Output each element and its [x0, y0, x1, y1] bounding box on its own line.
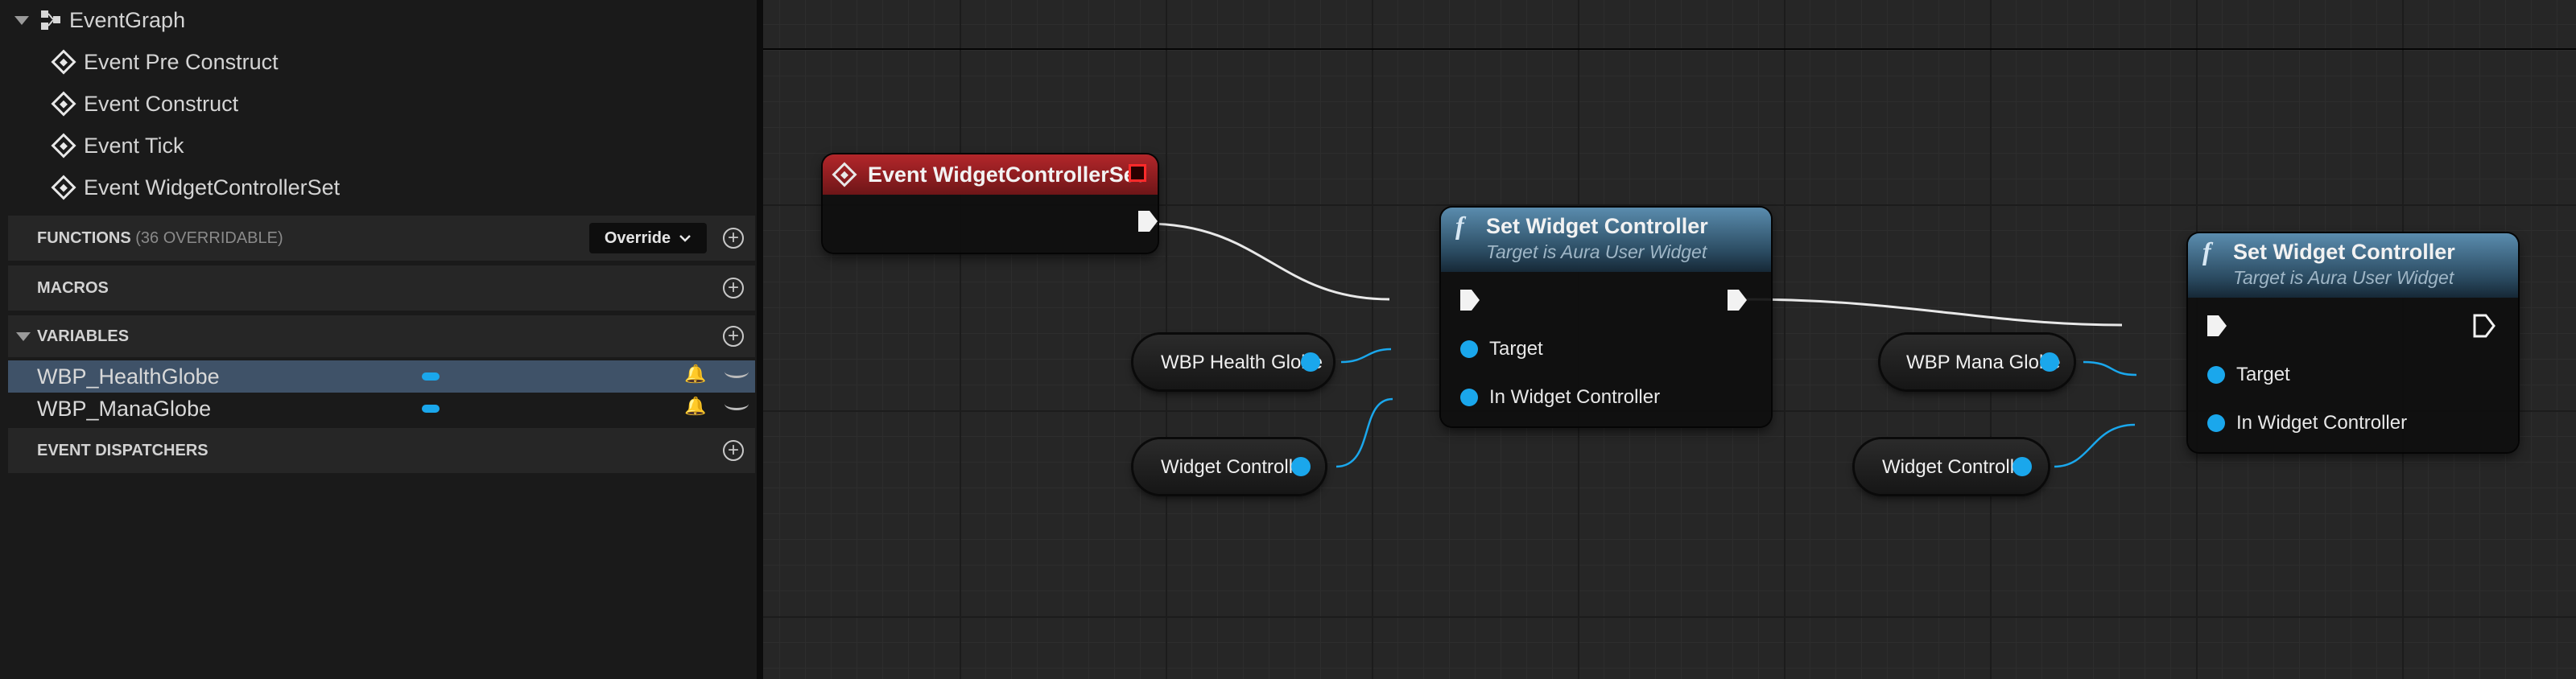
- function-node-title: Set Widget Controller: [2233, 240, 2455, 264]
- event-label: Event Pre Construct: [84, 49, 279, 74]
- function-node-subtitle: Target is Aura User Widget: [2233, 267, 2454, 288]
- exec-output-pin-icon[interactable]: [2473, 314, 2497, 338]
- pin-label-in-widget-controller: In Widget Controller: [2236, 412, 2408, 434]
- event-dispatchers-section-header[interactable]: EVENT DISPATCHERS +: [8, 428, 755, 473]
- function-node-subtitle: Target is Aura User Widget: [1486, 241, 1707, 262]
- event-label: Event Construct: [84, 91, 239, 116]
- eventgraph-label: EventGraph: [69, 7, 186, 32]
- event-icon: [51, 175, 76, 200]
- object-output-pin-icon[interactable]: [1291, 457, 1311, 476]
- function-icon: f: [2202, 237, 2211, 265]
- controller-pin-icon[interactable]: [1460, 389, 1478, 406]
- add-variable-button[interactable]: +: [723, 326, 744, 347]
- macros-section-header[interactable]: MACROS +: [8, 265, 755, 311]
- functions-section-header[interactable]: FUNCTIONS (36 OVERRIDABLE) Override +: [8, 216, 755, 261]
- macros-label: MACROS: [37, 278, 109, 297]
- variables-label: VARIABLES: [37, 327, 130, 345]
- event-node-title: Event WidgetControllerSet: [868, 163, 1143, 187]
- tree-event-tick[interactable]: Event Tick: [51, 132, 184, 159]
- object-type-icon: [422, 405, 440, 413]
- event-node-widgetcontrollerset[interactable]: Event WidgetControllerSet: [823, 154, 1158, 253]
- exec-output-pin-icon[interactable]: [1726, 288, 1750, 312]
- object-output-pin-icon[interactable]: [2013, 457, 2032, 476]
- graph-canvas[interactable]: Event WidgetControllerSet f Set Widget C…: [763, 0, 2576, 679]
- chevron-down-icon: [679, 235, 691, 242]
- pin-label-target: Target: [2236, 364, 2290, 385]
- add-dispatcher-button[interactable]: +: [723, 440, 744, 461]
- variable-name: WBP_ManaGlobe: [37, 396, 212, 421]
- exec-wire: [1741, 298, 2123, 327]
- eye-closed-icon[interactable]: [724, 397, 749, 410]
- bell-icon[interactable]: 🔔: [684, 397, 706, 415]
- variables-section-header[interactable]: VARIABLES +: [8, 315, 755, 357]
- functions-count: (36 OVERRIDABLE): [135, 228, 283, 247]
- event-node-header: Event WidgetControllerSet: [823, 154, 1158, 195]
- eye-closed-icon[interactable]: [724, 365, 749, 378]
- functions-label: FUNCTIONS (36 OVERRIDABLE): [37, 229, 283, 248]
- exec-input-pin-icon[interactable]: [1459, 288, 1483, 312]
- exec-output-pin-icon[interactable]: [1137, 209, 1158, 233]
- object-output-pin-icon[interactable]: [2040, 352, 2059, 372]
- event-dispatchers-label: EVENT DISPATCHERS: [37, 441, 208, 459]
- graph-icon: [41, 10, 60, 30]
- event-icon: [51, 49, 76, 75]
- data-wire: [2054, 423, 2136, 468]
- getter-widget-controller[interactable]: Widget Controller: [1133, 439, 1325, 494]
- set-widget-controller-node[interactable]: f Set Widget Controller Target is Aura U…: [2188, 233, 2518, 452]
- exec-input-pin-icon[interactable]: [2206, 314, 2230, 338]
- event-icon: [832, 162, 857, 187]
- pin-label-target: Target: [1489, 338, 1543, 360]
- collapse-arrow-icon[interactable]: [14, 15, 29, 25]
- variable-row-wbp-healthglobe[interactable]: WBP_HealthGlobe 🔔: [8, 360, 755, 393]
- getter-wbp-health-globe[interactable]: WBP Health Globe: [1133, 335, 1333, 389]
- function-node-header: f Set Widget Controller Target is Aura U…: [1441, 208, 1771, 272]
- event-label: Event WidgetControllerSet: [84, 175, 341, 200]
- object-type-icon: [422, 372, 440, 381]
- function-icon: f: [1455, 211, 1464, 240]
- object-output-pin-icon[interactable]: [1301, 352, 1320, 372]
- event-label: Event Tick: [84, 133, 184, 158]
- pin-label-in-widget-controller: In Widget Controller: [1489, 386, 1661, 408]
- controller-pin-icon[interactable]: [2207, 414, 2225, 432]
- variable-row-wbp-managlobe[interactable]: WBP_ManaGlobe 🔔: [8, 393, 755, 425]
- collapse-arrow-icon[interactable]: [16, 331, 31, 341]
- my-blueprint-panel: EventGraph Event Pre Construct Event Con…: [0, 0, 757, 679]
- function-node-title: Set Widget Controller: [1486, 214, 1708, 238]
- functions-title: FUNCTIONS: [37, 228, 131, 247]
- add-macro-button[interactable]: +: [723, 278, 744, 298]
- getter-label: Widget Controller: [1882, 456, 2032, 478]
- override-label: Override: [604, 228, 671, 247]
- set-widget-controller-node[interactable]: f Set Widget Controller Target is Aura U…: [1441, 208, 1771, 426]
- event-icon: [51, 133, 76, 158]
- tree-event-widgetcontrollerset[interactable]: Event WidgetControllerSet: [51, 174, 341, 201]
- delegate-pin-icon[interactable]: [1129, 164, 1146, 182]
- function-node-header: f Set Widget Controller Target is Aura U…: [2188, 233, 2518, 298]
- panel-splitter[interactable]: [757, 0, 763, 679]
- getter-widget-controller[interactable]: Widget Controller: [1855, 439, 2048, 494]
- tree-eventgraph[interactable]: EventGraph: [14, 6, 185, 34]
- override-dropdown[interactable]: Override: [589, 223, 707, 253]
- data-wire: [2083, 360, 2137, 377]
- getter-label: Widget Controller: [1161, 456, 1311, 478]
- getter-label: WBP Health Globe: [1161, 352, 1323, 373]
- getter-label: WBP Mana Globe: [1906, 352, 2061, 373]
- target-pin-icon[interactable]: [1460, 340, 1478, 358]
- tree-event-pre-construct[interactable]: Event Pre Construct: [51, 48, 279, 76]
- getter-wbp-mana-globe[interactable]: WBP Mana Globe: [1880, 335, 2074, 389]
- target-pin-icon[interactable]: [2207, 366, 2225, 384]
- add-function-button[interactable]: +: [723, 228, 744, 249]
- tree-event-construct[interactable]: Event Construct: [51, 90, 239, 117]
- exec-wire: [1146, 222, 1390, 301]
- event-icon: [51, 91, 76, 117]
- data-wire: [1340, 348, 1392, 364]
- data-wire: [1335, 397, 1393, 468]
- bell-icon[interactable]: 🔔: [684, 365, 706, 383]
- variable-name: WBP_HealthGlobe: [37, 364, 220, 389]
